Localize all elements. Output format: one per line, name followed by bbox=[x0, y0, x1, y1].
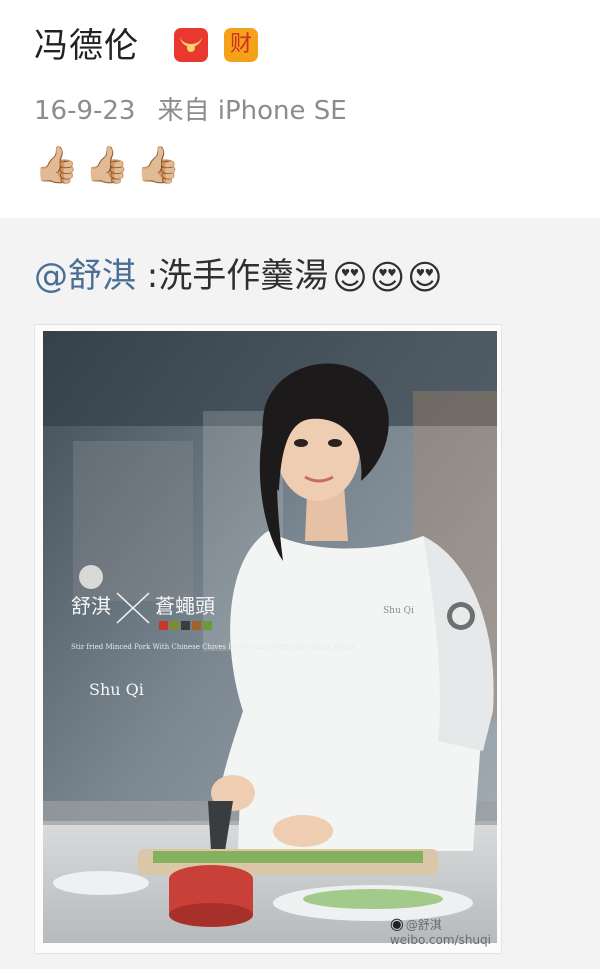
reaction-emojis: 👍🏼 👍🏼 👍🏼 bbox=[34, 146, 180, 186]
post-date: 16-9-23 bbox=[34, 96, 136, 126]
weibo-icon: ◉ bbox=[389, 914, 404, 933]
thumbs-up-icon: 👍🏼 bbox=[135, 145, 181, 186]
original-post: 冯德伦 财 16-9-23 来自 iPhone SE 👍🏼 👍🏼 👍🏼 bbox=[0, 0, 600, 218]
thumbs-up-icon: 👍🏼 bbox=[34, 145, 79, 186]
overlay-byline: Shu Qi bbox=[89, 680, 144, 699]
overlay-title-right: 蒼蠅頭 bbox=[155, 594, 215, 618]
heart-eyes-icon: 😍 bbox=[369, 257, 406, 298]
photo-content: 舒淇 蒼蠅頭 Stir fried Minced Pork With Chine… bbox=[43, 331, 497, 943]
coat-embroidery: Shu Qi bbox=[383, 606, 414, 616]
overlay-title-left: 舒淇 bbox=[71, 594, 111, 618]
username[interactable]: 冯德伦 bbox=[34, 18, 139, 67]
repost-caption: :洗手作羹湯 bbox=[136, 256, 329, 296]
mention-link[interactable]: @舒淇 bbox=[34, 256, 136, 296]
watermark-name: @舒淇 bbox=[405, 918, 442, 932]
thumbs-up-icon: 👍🏼 bbox=[84, 145, 130, 186]
watermark-url: weibo.com/shuqi bbox=[389, 933, 491, 947]
post-meta: 16-9-23 来自 iPhone SE bbox=[34, 90, 347, 127]
repost-card[interactable]: @舒淇 :洗手作羹湯 😍 😍 😍 舒淇 蒼蠅頭 Stir fried Mince… bbox=[0, 218, 600, 969]
heart-eyes-icon: 😍 bbox=[407, 257, 443, 298]
overlay-subtitle: Stir fried Minced Pork With Chinese Chiv… bbox=[71, 643, 355, 651]
post-source[interactable]: 来自 iPhone SE bbox=[157, 96, 346, 126]
heart-eyes-icon: 😍 bbox=[332, 257, 368, 298]
fortune-icon[interactable]: 财 bbox=[224, 28, 258, 62]
post-photo[interactable]: 舒淇 蒼蠅頭 Stir fried Minced Pork With Chine… bbox=[34, 324, 502, 954]
red-packet-icon[interactable] bbox=[174, 28, 208, 62]
repost-text: @舒淇 :洗手作羹湯 😍 😍 😍 bbox=[34, 248, 443, 298]
watermark: ◉ @舒淇 weibo.com/shuqi bbox=[390, 914, 491, 947]
